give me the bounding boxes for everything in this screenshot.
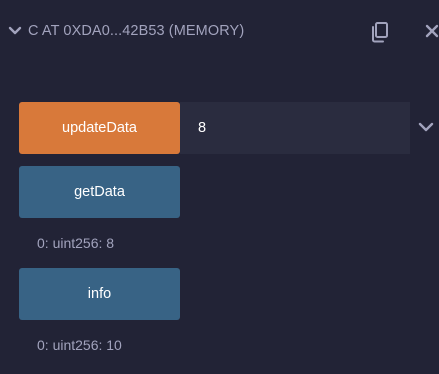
copy-icon[interactable] [369, 20, 391, 44]
contract-title[interactable]: C AT 0XDA0...42B53 (MEMORY) [28, 23, 244, 39]
contract-header[interactable]: C AT 0XDA0...42B53 (MEMORY) [0, 0, 439, 66]
chevron-down-icon[interactable] [416, 118, 436, 136]
chevron-down-icon[interactable] [6, 22, 24, 40]
update-data-label: updateData [62, 120, 137, 136]
get-data-button[interactable]: getData [19, 166, 180, 218]
update-data-input[interactable] [180, 102, 410, 154]
get-data-result: 0: uint256: 8 [37, 235, 115, 251]
info-button[interactable]: info [19, 268, 180, 320]
get-data-label: getData [74, 184, 125, 200]
deployed-contract-panel: C AT 0XDA0...42B53 (MEMORY) updateData g… [0, 0, 439, 374]
info-label: info [87, 286, 112, 302]
info-result: 0: uint256: 10 [37, 337, 122, 353]
close-icon[interactable] [424, 22, 439, 40]
update-data-button[interactable]: updateData [19, 102, 180, 154]
